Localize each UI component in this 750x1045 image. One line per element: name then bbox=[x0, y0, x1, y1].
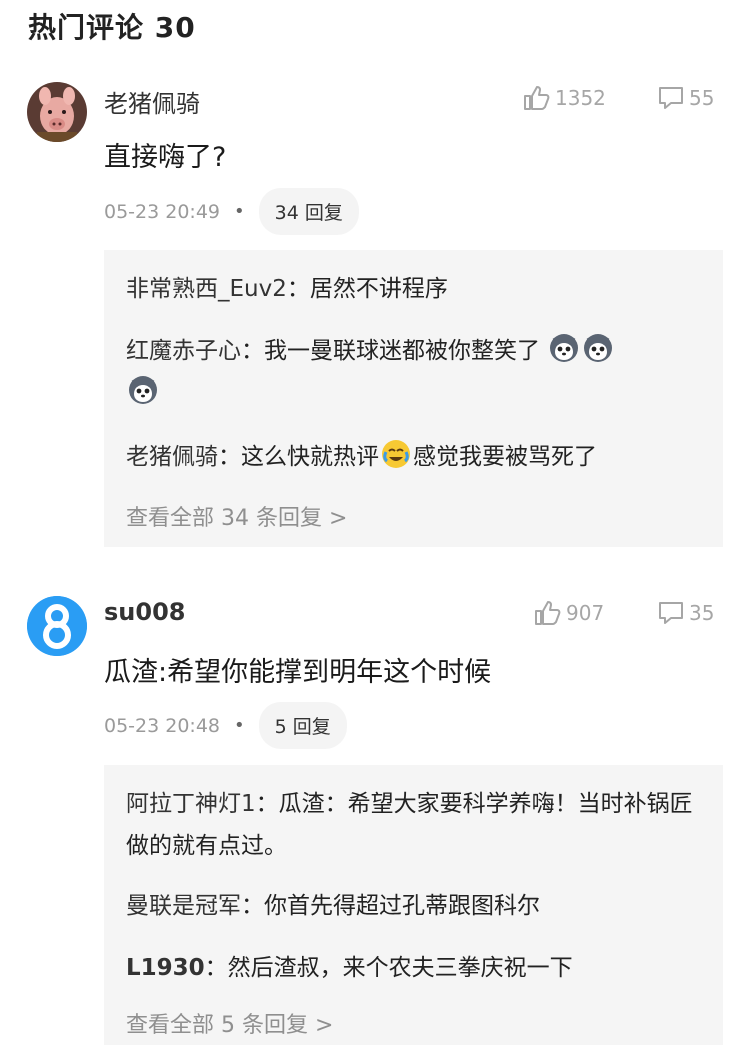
comment-bubble-icon bbox=[657, 85, 685, 111]
comment-text: 直接嗨了? bbox=[104, 142, 227, 173]
reply-text: 我一曼联球迷都被你整笑了 bbox=[264, 338, 540, 364]
reply-box: 阿拉丁神灯1：瓜渣：希望大家要科学养嗨！当时补锅匠做的就有点过。 曼联是冠军：你… bbox=[104, 765, 723, 1045]
husky-emoji-icon bbox=[582, 332, 614, 364]
reply-item[interactable]: 曼联是冠军：你首先得超过孔蒂跟图科尔 bbox=[126, 885, 706, 927]
like-count: 907 bbox=[566, 601, 605, 625]
reply-text: 居然不讲程序 bbox=[309, 276, 448, 302]
reply-author[interactable]: 老猪佩骑 bbox=[126, 444, 218, 470]
reply-item[interactable]: 阿拉丁神灯1：瓜渣：希望大家要科学养嗨！当时补锅匠做的就有点过。 bbox=[126, 783, 706, 867]
separator-dot: • bbox=[234, 201, 245, 222]
avatar[interactable] bbox=[27, 82, 87, 142]
reply-count-button[interactable]: 34 回复 bbox=[258, 188, 359, 235]
username[interactable]: su008 bbox=[104, 598, 185, 626]
comment-bubble-icon bbox=[657, 600, 685, 626]
comment-count: 55 bbox=[689, 86, 715, 110]
husky-emoji-icon bbox=[548, 332, 580, 364]
separator-dot: • bbox=[234, 715, 245, 736]
reply-count-button[interactable]: 5 回复 bbox=[258, 702, 347, 749]
reply-sep: ： bbox=[255, 791, 279, 817]
reply-sep: ： bbox=[241, 893, 264, 919]
comment-time: 05-23 20:49 bbox=[104, 200, 221, 223]
avatar[interactable] bbox=[27, 596, 87, 656]
crying-laughing-emoji-icon bbox=[380, 438, 412, 470]
reply-sep: ： bbox=[286, 276, 310, 302]
reply-text: 然后渣叔，来个农夫三拳庆祝一下 bbox=[227, 955, 573, 981]
reply-sep: ： bbox=[204, 955, 228, 981]
comment-count: 35 bbox=[689, 601, 715, 625]
reply-text-continued: 感觉我要被骂死了 bbox=[413, 444, 597, 470]
view-all-replies-link[interactable]: 查看全部 5 条回复 > bbox=[126, 1007, 333, 1039]
comment-meta: 05-23 20:49 • 34 回复 bbox=[104, 188, 359, 235]
reply-author[interactable]: 红魔赤子心 bbox=[126, 338, 241, 364]
comment-time: 05-23 20:48 bbox=[104, 714, 221, 737]
reply-author[interactable]: L1930 bbox=[126, 955, 205, 981]
reply-sep: ： bbox=[218, 444, 241, 470]
reply-box: 非常熟西_Euv2：居然不讲程序 红魔赤子心：我一曼联球迷都被你整笑了 老猪佩骑… bbox=[104, 250, 723, 547]
thumbs-up-icon bbox=[534, 600, 562, 626]
like-button[interactable]: 907 bbox=[534, 600, 604, 626]
reply-text: 你首先得超过孔蒂跟图科尔 bbox=[264, 893, 540, 919]
view-all-replies-link[interactable]: 查看全部 34 条回复 > bbox=[126, 500, 347, 532]
husky-emoji-icon bbox=[127, 374, 159, 406]
reply-item[interactable]: 非常熟西_Euv2：居然不讲程序 bbox=[126, 268, 706, 310]
reply-sep: ： bbox=[241, 338, 264, 364]
like-count: 1352 bbox=[555, 86, 606, 110]
reply-item[interactable]: 红魔赤子心：我一曼联球迷都被你整笑了 bbox=[126, 330, 706, 414]
comment-button[interactable]: 35 bbox=[657, 600, 714, 626]
comment-meta: 05-23 20:48 • 5 回复 bbox=[104, 702, 347, 749]
reply-item[interactable]: L1930：然后渣叔，来个农夫三拳庆祝一下 bbox=[126, 947, 706, 989]
reply-text: 这么快就热评 bbox=[241, 444, 379, 470]
reply-author[interactable]: 非常熟西_Euv2 bbox=[126, 276, 287, 302]
like-button[interactable]: 1352 bbox=[523, 85, 606, 111]
thumbs-up-icon bbox=[523, 85, 551, 111]
section-title: 热门评论 30 bbox=[28, 11, 196, 44]
reply-item[interactable]: 老猪佩骑：这么快就热评 感觉我要被骂死了 bbox=[126, 436, 706, 478]
username[interactable]: 老猪佩骑 bbox=[104, 84, 200, 119]
comment-button[interactable]: 55 bbox=[657, 85, 714, 111]
comment-text: 瓜渣:希望你能撑到明年这个时候 bbox=[104, 657, 492, 688]
reply-author[interactable]: 曼联是冠军 bbox=[126, 893, 241, 919]
reply-author[interactable]: 阿拉丁神灯1 bbox=[126, 791, 256, 817]
